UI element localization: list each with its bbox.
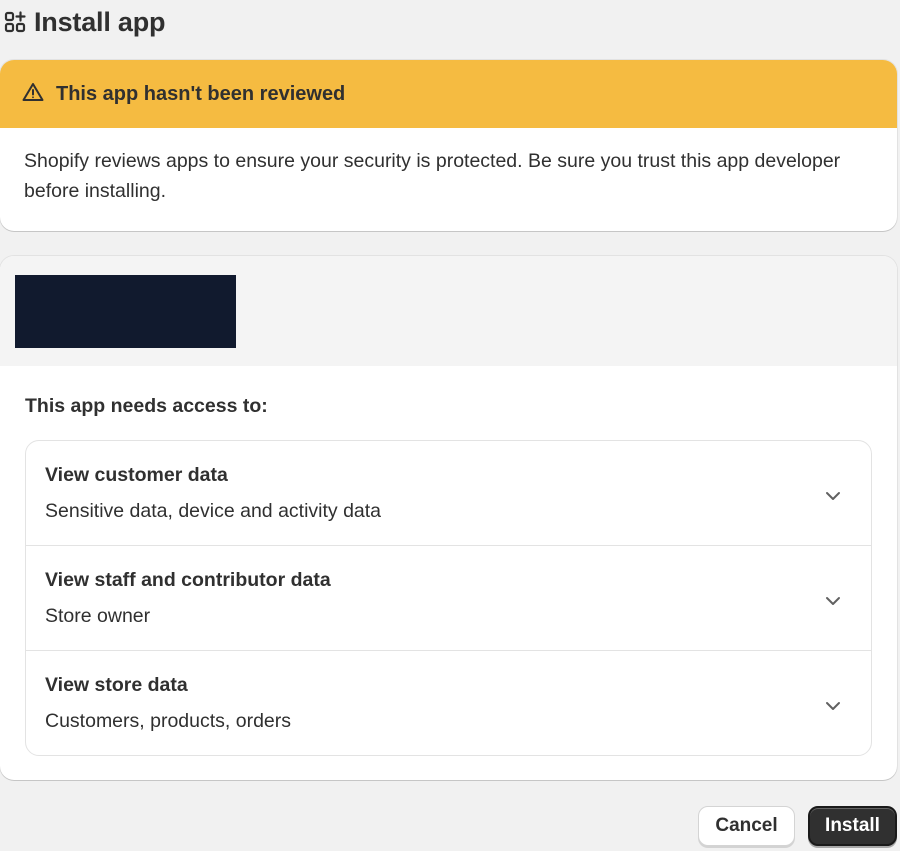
access-heading: This app needs access to: xyxy=(25,395,268,417)
permission-title: View store data xyxy=(45,674,188,696)
alert-triangle-icon xyxy=(22,82,44,107)
app-info-section xyxy=(0,256,897,366)
permission-staff-data[interactable]: View staff and contributor data Store ow… xyxy=(26,546,871,651)
install-button[interactable]: Install xyxy=(808,806,897,846)
chevron-down-icon[interactable] xyxy=(825,491,841,501)
permission-description: Store owner xyxy=(45,605,151,627)
permission-title: View staff and contributor data xyxy=(45,569,331,591)
apps-grid-add-icon xyxy=(4,11,26,33)
chevron-down-icon[interactable] xyxy=(825,701,841,711)
access-card: This app needs access to: View customer … xyxy=(0,256,897,780)
permission-description: Customers, products, orders xyxy=(45,710,292,732)
unreviewed-app-banner: This app hasn't been reviewed Shopify re… xyxy=(0,60,897,231)
banner-header: This app hasn't been reviewed xyxy=(0,60,897,128)
permission-title: View customer data xyxy=(45,464,228,486)
page-header: Install app xyxy=(4,6,166,38)
permission-store-data[interactable]: View store data Customers, products, ord… xyxy=(26,651,871,755)
banner-body: Shopify reviews apps to ensure your secu… xyxy=(24,150,841,202)
permission-description: Sensitive data, device and activity data xyxy=(45,500,382,522)
permission-list: View customer data Sensitive data, devic… xyxy=(25,440,872,756)
cancel-button[interactable]: Cancel xyxy=(698,806,795,846)
banner-title: This app hasn't been reviewed xyxy=(56,82,346,105)
page-title: Install app xyxy=(34,6,166,37)
app-logo xyxy=(15,275,236,348)
permission-customer-data[interactable]: View customer data Sensitive data, devic… xyxy=(26,441,871,546)
chevron-down-icon[interactable] xyxy=(825,596,841,606)
